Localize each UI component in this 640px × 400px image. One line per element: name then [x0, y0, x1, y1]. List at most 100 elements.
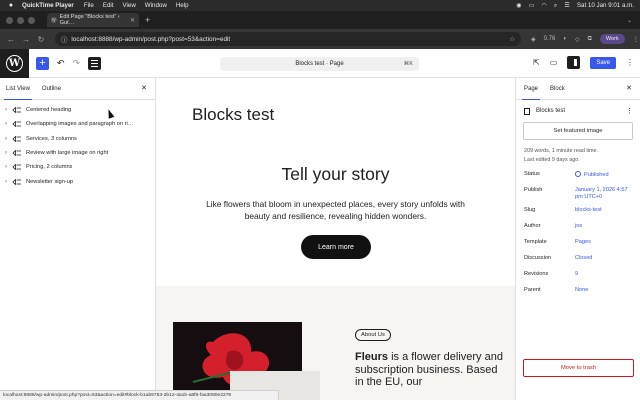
app-name-menu[interactable]: QuickTime Player	[22, 2, 74, 9]
post-title[interactable]: Blocks test	[192, 105, 274, 125]
pattern-block-icon	[12, 135, 22, 142]
zoom-window-button[interactable]	[28, 16, 35, 24]
options-menu-icon[interactable]: ⋮	[626, 58, 634, 67]
revisions-value[interactable]: 9	[575, 271, 578, 281]
extension-badge: 0.76	[543, 36, 556, 42]
status-value[interactable]: Published	[575, 171, 609, 181]
template-value[interactable]: Pages	[575, 239, 591, 249]
document-overview-button[interactable]	[88, 56, 102, 70]
pattern-block-icon	[12, 178, 22, 185]
author-row: Author jos	[516, 223, 640, 233]
learn-more-button[interactable]: Learn more	[301, 235, 371, 259]
about-section[interactable]: About Us Fleurs is a flower delivery and…	[156, 286, 515, 400]
editor-canvas[interactable]: Blocks test Tell your story Like flowers…	[156, 78, 515, 400]
battery-icon[interactable]: ▭	[529, 2, 535, 9]
menubar-clock[interactable]: Sat 10 Jan 9:01 a.m.	[577, 2, 634, 9]
new-tab-button[interactable]: +	[145, 15, 150, 25]
list-item[interactable]: › Newsletter sign-up	[0, 174, 155, 188]
wifi-icon[interactable]: ◠	[541, 2, 546, 9]
chevron-right-icon[interactable]: ›	[5, 136, 12, 142]
document-name: Blocks test	[536, 108, 566, 114]
wordpress-favicon-icon: Ⓦ	[51, 18, 57, 24]
block-inserter-button[interactable]: +	[36, 56, 49, 70]
fleurs-brand: Fleurs	[355, 351, 389, 363]
doc-title: Blocks test · Page	[295, 61, 344, 67]
shortcut-hint: ⌘K	[403, 61, 413, 67]
hero-heading[interactable]: Tell your story	[156, 164, 515, 185]
tab-close-icon[interactable]: ✕	[130, 17, 135, 24]
menu-view[interactable]: View	[122, 2, 135, 9]
list-item[interactable]: › Centered heading	[0, 103, 155, 117]
wordpress-logo-button[interactable]: W	[0, 48, 29, 78]
puzzle-extensions-icon[interactable]: ⧉	[588, 36, 592, 43]
redo-button[interactable]: ↷	[73, 58, 81, 69]
preview-device-icon[interactable]: ▭	[550, 58, 558, 67]
extension-icon[interactable]: ◈	[531, 36, 536, 43]
tab-list-view[interactable]: List View	[0, 86, 36, 100]
published-status-icon	[575, 171, 581, 177]
set-featured-image-button[interactable]: Set featured image	[523, 122, 633, 140]
menu-file[interactable]: File	[84, 2, 94, 9]
last-edited: Last edited 9 days ago.	[524, 157, 580, 163]
about-us-pill[interactable]: About Us	[355, 329, 391, 341]
search-icon[interactable]: ⌕	[554, 2, 557, 10]
chevron-right-icon[interactable]: ›	[5, 107, 12, 113]
view-page-external-icon[interactable]: ⇱	[533, 58, 540, 67]
browser-tab-active[interactable]: Ⓦ Edit Page “Blocks test” ‹ Gut… ✕	[47, 13, 139, 27]
list-item[interactable]: › Services, 3 columns	[0, 132, 155, 146]
forward-button[interactable]: →	[22, 35, 30, 44]
list-item[interactable]: › Review with large image on right	[0, 146, 155, 160]
save-button[interactable]: Save	[590, 56, 616, 69]
tab-outline[interactable]: Outline	[36, 86, 67, 99]
close-list-view-icon[interactable]: ✕	[141, 84, 147, 92]
chevron-right-icon[interactable]: ›	[5, 164, 12, 170]
word-count: 209 words, 1 minute read time.	[524, 148, 599, 154]
parent-value[interactable]: None	[575, 287, 588, 297]
chevron-right-icon[interactable]: ›	[5, 150, 12, 156]
apple-menu-icon[interactable]: ●	[0, 2, 22, 9]
publish-date-value[interactable]: January 1, 2026 4:57 pm UTC+0	[575, 187, 635, 201]
document-actions-icon[interactable]: ⋮	[626, 107, 633, 115]
settings-sidebar: Page Block ✕ Blocks test ⋮ Set featured …	[515, 78, 640, 400]
undo-button[interactable]: ↶	[57, 58, 65, 69]
menu-edit[interactable]: Edit	[103, 2, 114, 9]
chevron-right-icon[interactable]: ›	[5, 179, 12, 185]
site-info-icon[interactable]: ⓘ	[61, 35, 67, 44]
back-button[interactable]: ←	[7, 35, 15, 44]
address-bar[interactable]: ⓘ localhost:8888/wp-admin/post.php?post=…	[55, 32, 521, 46]
discussion-value[interactable]: Closed	[575, 255, 592, 265]
chevron-right-icon[interactable]: ›	[5, 121, 12, 127]
minimize-window-button[interactable]	[17, 16, 24, 24]
publish-row: Publish January 1, 2026 4:57 pm UTC+0	[516, 187, 640, 201]
tab-page[interactable]: Page	[516, 86, 542, 100]
tab-list-chevron-icon[interactable]: ⌄	[627, 17, 632, 24]
list-item[interactable]: › Pricing, 2 columns	[0, 160, 155, 174]
close-settings-icon[interactable]: ✕	[626, 84, 632, 92]
hero-paragraph[interactable]: Like flowers that bloom in unexpected pl…	[193, 198, 478, 222]
slug-value[interactable]: blocks-test	[575, 207, 602, 217]
reload-button[interactable]: ↻	[37, 35, 45, 44]
color-picker-icon[interactable]: ◐	[563, 36, 567, 42]
browser-menu-icon[interactable]: ⋮	[633, 36, 639, 43]
slug-row: Slug blocks-test	[516, 207, 640, 217]
record-icon[interactable]: ◉	[516, 2, 521, 9]
template-row: Template Pages	[516, 239, 640, 249]
translate-icon[interactable]: ◇	[575, 36, 580, 43]
tab-title: Edit Page “Blocks test” ‹ Gut…	[59, 14, 120, 26]
close-window-button[interactable]	[6, 16, 13, 24]
settings-toggle-button[interactable]	[567, 56, 581, 69]
command-palette-bar[interactable]: Blocks test · Page ⌘K	[220, 57, 419, 71]
author-value[interactable]: jos	[575, 223, 582, 233]
menu-help[interactable]: Help	[176, 2, 189, 9]
tab-block[interactable]: Block	[542, 86, 569, 99]
list-view-panel: List View Outline ✕ › Centered heading ›…	[0, 78, 156, 400]
menu-window[interactable]: Window	[145, 2, 167, 9]
post-meta: 209 words, 1 minute read time. Last edit…	[516, 140, 640, 165]
bookmark-star-icon[interactable]: ☆	[509, 35, 515, 43]
move-to-trash-button[interactable]: Move to trash	[523, 359, 634, 377]
profile-button[interactable]: Work	[599, 34, 625, 44]
browser-tabbar: Ⓦ Edit Page “Blocks test” ‹ Gut… ✕ + ⌄	[0, 11, 640, 29]
about-paragraph[interactable]: Fleurs is a flower delivery and subscrip…	[355, 351, 505, 389]
control-center-icon[interactable]: ☰	[564, 2, 570, 9]
list-item[interactable]: › Overlapping images and paragraph on ri…	[0, 117, 155, 131]
